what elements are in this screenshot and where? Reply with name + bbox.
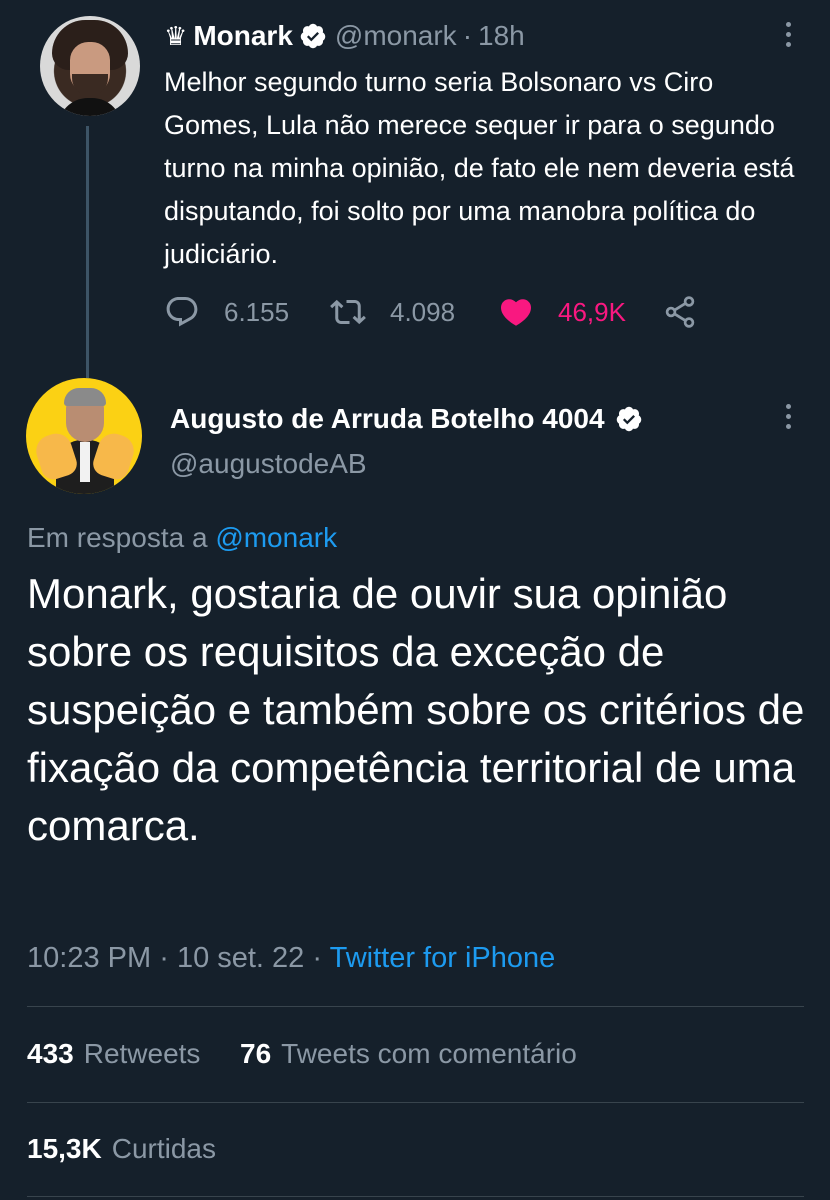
retweets-label: Retweets: [83, 1038, 201, 1069]
share-button[interactable]: [662, 290, 698, 334]
retweet-icon: [330, 299, 366, 325]
reply-prefix: Em resposta a: [27, 522, 208, 553]
parent-author-name[interactable]: Monark: [193, 20, 293, 52]
quotes-label: Tweets com comentário: [281, 1038, 577, 1069]
tweet-author-handle[interactable]: @augustodeAB: [170, 448, 367, 480]
thread-line: [86, 126, 89, 378]
tweet-time[interactable]: 10:23 PM: [27, 942, 151, 974]
quotes-count: 76: [240, 1038, 272, 1069]
parent-tweet-text: Melhor segundo turno seria Bolsonaro vs …: [164, 67, 795, 269]
verified-badge-icon: [300, 23, 326, 49]
augusto-avatar[interactable]: [26, 378, 142, 494]
retweet-quote-stats: 433 Retweets 76 Tweets com comentário: [27, 1038, 577, 1070]
likes-stats[interactable]: 15,3K Curtidas: [27, 1133, 216, 1165]
share-icon: [665, 296, 695, 328]
parent-author-handle[interactable]: @monark: [335, 20, 457, 52]
separator: ·: [312, 942, 323, 974]
retweet-count: 4.098: [390, 296, 456, 327]
divider: [27, 1196, 804, 1197]
parent-tweet[interactable]: ♛ Monark @monark · 18h Melhor segundo tu…: [0, 0, 830, 385]
heart-icon: [500, 299, 532, 326]
likes-label: Curtidas: [111, 1133, 216, 1164]
tweet-meta: 10:23 PM · 10 set. 22 · Twitter for iPho…: [27, 942, 555, 975]
verified-badge-icon: [616, 406, 641, 432]
reply-context: Em resposta a @monark: [27, 522, 337, 554]
divider: [27, 1102, 804, 1103]
reply-icon: [166, 297, 198, 327]
monark-avatar[interactable]: [40, 16, 140, 116]
parent-tweet-actions: 6.155 4.098 46,9K: [164, 290, 724, 334]
likes-count: 15,3K: [27, 1133, 102, 1164]
tweet-source-link[interactable]: Twitter for iPhone: [330, 942, 556, 974]
separator: ·: [462, 20, 473, 51]
retweet-button[interactable]: 4.098: [330, 290, 455, 334]
like-count: 46,9K: [558, 296, 626, 327]
separator: ·: [159, 942, 169, 974]
tweet-author-name[interactable]: Augusto de Arruda Botelho 4004: [170, 403, 605, 435]
more-options-icon[interactable]: [782, 22, 794, 47]
retweets-stat[interactable]: 433 Retweets: [27, 1038, 200, 1069]
tweet-text: Monark, gostaria de ouvir sua opinião so…: [27, 570, 805, 849]
reply-button[interactable]: 6.155: [164, 290, 289, 334]
divider: [27, 1006, 804, 1007]
more-options-icon[interactable]: [782, 404, 794, 429]
like-button[interactable]: 46,9K: [498, 290, 626, 334]
reply-handle-link[interactable]: @monark: [215, 522, 337, 553]
parent-timestamp[interactable]: 18h: [478, 20, 525, 52]
tweet-author-name-row: Augusto de Arruda Botelho 4004: [170, 399, 651, 439]
parent-tweet-header: ♛ Monark @monark · 18h: [164, 18, 525, 54]
retweets-count: 433: [27, 1038, 74, 1069]
reply-count: 6.155: [224, 296, 290, 327]
tweet-date[interactable]: 10 set. 22: [177, 942, 304, 974]
crown-icon: ♛: [164, 20, 188, 51]
quotes-stat[interactable]: 76 Tweets com comentário: [240, 1038, 577, 1069]
